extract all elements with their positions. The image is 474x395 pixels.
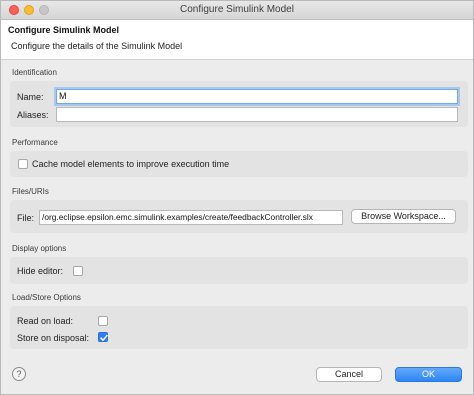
aliases-input[interactable]: [56, 107, 458, 122]
store-on-disposal-checkbox[interactable]: [98, 332, 108, 342]
cancel-button[interactable]: Cancel: [316, 367, 382, 382]
configure-dialog: Configure Simulink Model Configure Simul…: [0, 0, 474, 395]
checkmark-icon: [100, 334, 108, 341]
display-group-label: Display options: [12, 244, 67, 253]
identification-group-label: Identification: [12, 68, 57, 77]
loadstore-group-label: Load/Store Options: [12, 293, 81, 302]
title-bar[interactable]: Configure Simulink Model: [1, 1, 473, 20]
read-on-load-checkbox[interactable]: [98, 316, 108, 326]
cache-label: Cache model elements to improve executio…: [32, 159, 230, 169]
hide-editor-label: Hide editor:: [17, 266, 64, 276]
browse-workspace-button[interactable]: Browse Workspace...: [351, 209, 456, 224]
help-icon[interactable]: ?: [12, 367, 26, 381]
cache-checkbox[interactable]: [18, 159, 28, 169]
header-title: Configure Simulink Model: [8, 25, 120, 35]
aliases-label: Aliases:: [17, 110, 49, 120]
file-path-input[interactable]: /org.eclipse.epsilon.emc.simulink.exampl…: [39, 210, 343, 225]
dialog-header: Configure Simulink Model Configure the d…: [1, 20, 473, 60]
file-label: File:: [17, 213, 35, 223]
name-input[interactable]: M: [56, 89, 458, 104]
window-title: Configure Simulink Model: [180, 4, 294, 15]
store-on-disposal-label: Store on disposal:: [17, 333, 90, 343]
header-description: Configure the details of the Simulink Mo…: [11, 41, 183, 51]
performance-group-label: Performance: [12, 138, 58, 147]
ok-button[interactable]: OK: [395, 367, 462, 382]
files-group-label: Files/URIs: [12, 187, 49, 196]
hide-editor-checkbox[interactable]: [73, 266, 83, 276]
read-on-load-label: Read on load:: [17, 316, 74, 326]
name-label: Name:: [17, 92, 44, 102]
